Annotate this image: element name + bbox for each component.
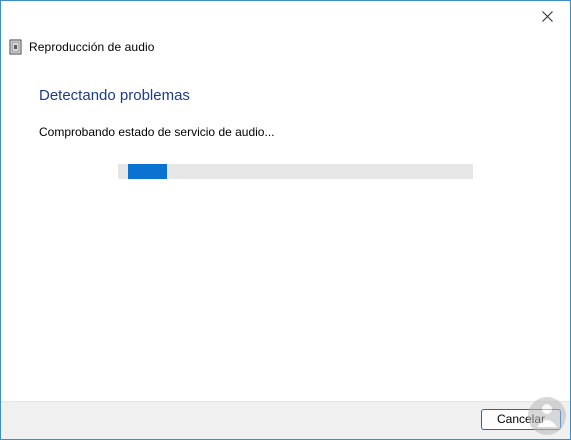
progress-fill <box>128 164 168 179</box>
footer: Cancelar <box>1 401 570 439</box>
close-icon <box>541 10 553 22</box>
progress-bar <box>118 164 473 179</box>
cancel-button[interactable]: Cancelar <box>481 409 561 430</box>
status-text: Comprobando estado de servicio de audio.… <box>39 125 275 139</box>
close-button[interactable] <box>524 1 570 31</box>
page-heading: Detectando problemas <box>39 87 190 104</box>
window-title: Reproducción de audio <box>29 40 155 54</box>
window-header: Reproducción de audio <box>9 38 155 56</box>
troubleshooter-window: Reproducción de audio Detectando problem… <box>0 0 571 440</box>
troubleshooter-document-icon <box>9 39 22 55</box>
